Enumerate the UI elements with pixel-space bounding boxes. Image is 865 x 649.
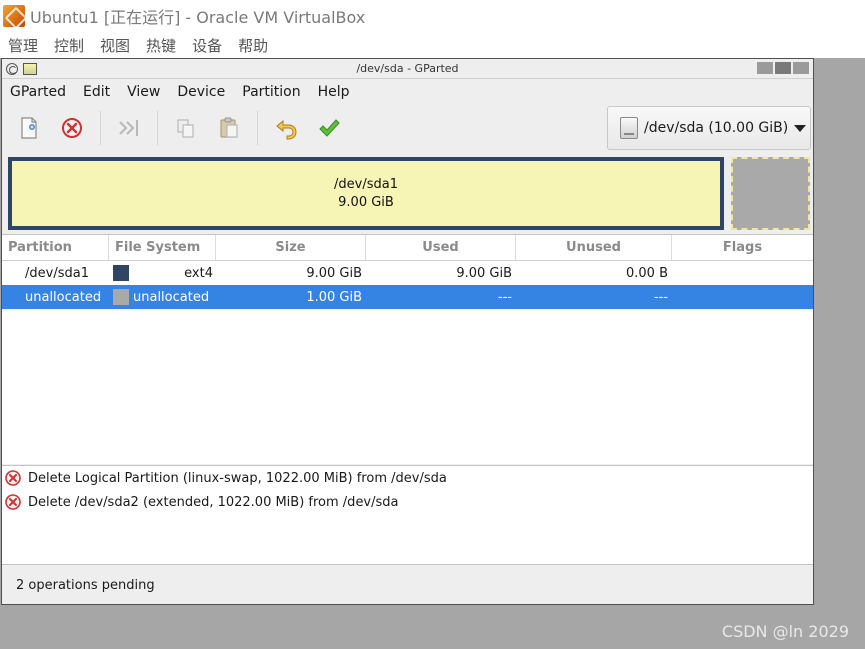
host-menu-manage[interactable]: 管理 <box>8 35 38 56</box>
delete-icon <box>5 494 21 510</box>
virtualbox-logo-icon <box>3 5 25 27</box>
host-menu-hotkey[interactable]: 热键 <box>146 35 176 56</box>
paste-icon <box>220 117 238 138</box>
cell-unused: --- <box>653 289 668 305</box>
cell-size: 9.00 GiB <box>306 265 362 281</box>
close-icon[interactable] <box>793 62 809 74</box>
minimize-icon[interactable] <box>757 62 773 74</box>
resize-move-button[interactable] <box>114 113 144 143</box>
operation-label: Delete Logical Partition (linux-swap, 10… <box>28 470 447 486</box>
device-selector[interactable]: /dev/sda (10.00 GiB) <box>607 106 811 150</box>
menu-device[interactable]: Device <box>177 84 225 100</box>
delete-icon <box>5 470 21 486</box>
column-header-size[interactable]: Size <box>216 235 366 260</box>
filesystem-color-swatch <box>113 289 129 305</box>
watermark: CSDN @ln 2029 <box>721 622 849 641</box>
undo-button[interactable] <box>271 113 301 143</box>
operation-label: Delete /dev/sda2 (extended, 1022.00 MiB)… <box>28 494 399 510</box>
host-menu-view[interactable]: 视图 <box>100 35 130 56</box>
cell-partition: unallocated <box>25 289 102 305</box>
menu-gparted[interactable]: GParted <box>10 84 66 100</box>
device-label: /dev/sda (10.00 GiB) <box>644 120 789 136</box>
table-row[interactable]: /dev/sda1 ext4 9.00 GiB 9.00 GiB 0.00 B <box>2 261 813 285</box>
host-window-title: Ubuntu1 [正在运行] - Oracle VM VirtualBox <box>30 8 366 27</box>
menu-edit[interactable]: Edit <box>83 84 110 100</box>
table-row-selected[interactable]: unallocated unallocated 1.00 GiB --- --- <box>2 285 813 309</box>
column-header-filesystem[interactable]: File System <box>109 235 216 260</box>
list-item[interactable]: Delete Logical Partition (linux-swap, 10… <box>2 466 813 490</box>
apply-button[interactable] <box>314 113 344 143</box>
cell-size: 1.00 GiB <box>306 289 362 305</box>
host-menubar: 管理 控制 视图 热键 设备 帮助 <box>0 32 865 58</box>
new-partition-button[interactable] <box>14 113 44 143</box>
list-item[interactable]: Delete /dev/sda2 (extended, 1022.00 MiB)… <box>2 490 813 514</box>
gparted-window: /dev/sda - GParted GParted Edit View Dev… <box>1 58 814 605</box>
status-bar: 2 operations pending <box>2 566 813 604</box>
cell-partition: /dev/sda1 <box>25 265 89 281</box>
partition-block-sda1[interactable]: /dev/sda1 9.00 GiB <box>8 157 724 230</box>
check-icon <box>319 119 340 137</box>
cell-filesystem: ext4 <box>109 261 216 285</box>
new-document-icon <box>21 117 37 139</box>
host-menu-devices[interactable]: 设备 <box>192 35 222 56</box>
partition-visual: /dev/sda1 9.00 GiB <box>2 151 813 231</box>
delete-partition-button[interactable] <box>57 113 87 143</box>
menu-partition[interactable]: Partition <box>242 84 300 100</box>
partition-block-size: 9.00 GiB <box>338 194 394 210</box>
host-titlebar: Ubuntu1 [正在运行] - Oracle VM VirtualBox <box>0 0 865 32</box>
cell-filesystem-label: ext4 <box>184 265 213 281</box>
column-header-partition[interactable]: Partition <box>2 235 109 260</box>
partition-block-name: /dev/sda1 <box>334 176 398 192</box>
delete-icon <box>62 118 82 138</box>
chevron-down-icon <box>794 124 807 132</box>
cell-used: --- <box>497 289 512 305</box>
pending-operations-list: Delete Logical Partition (linux-swap, 10… <box>2 465 813 565</box>
column-header-used[interactable]: Used <box>366 235 516 260</box>
partition-table: Partition File System Size Used Unused F… <box>2 234 813 464</box>
table-header: Partition File System Size Used Unused F… <box>2 235 813 261</box>
toolbar-separator <box>257 111 258 145</box>
host-menu-help[interactable]: 帮助 <box>238 35 268 56</box>
maximize-icon[interactable] <box>775 62 791 74</box>
window-title: /dev/sda - GParted <box>356 62 459 75</box>
toolbar: /dev/sda (10.00 GiB) <box>2 105 813 151</box>
menu-view[interactable]: View <box>127 84 160 100</box>
column-header-unused[interactable]: Unused <box>516 235 672 260</box>
cell-unused: 0.00 B <box>626 265 668 281</box>
partition-block-unallocated[interactable] <box>731 157 810 230</box>
hard-disk-icon <box>620 117 638 139</box>
copy-icon <box>177 119 194 138</box>
menu-help[interactable]: Help <box>318 84 350 100</box>
toolbar-separator <box>100 111 101 145</box>
gparted-menubar: GParted Edit View Device Partition Help <box>2 79 813 105</box>
cell-used: 9.00 GiB <box>456 265 512 281</box>
host-menu-control[interactable]: 控制 <box>54 35 84 56</box>
toolbar-separator <box>157 111 158 145</box>
paste-button[interactable] <box>214 113 244 143</box>
copy-button[interactable] <box>171 113 201 143</box>
resize-move-icon <box>119 120 138 136</box>
cell-flags <box>672 261 813 285</box>
cell-filesystem-label: unallocated <box>133 289 210 305</box>
status-text: 2 operations pending <box>16 577 155 593</box>
cell-filesystem: unallocated <box>109 285 216 309</box>
filesystem-color-swatch <box>113 265 129 281</box>
gparted-titlebar: /dev/sda - GParted <box>2 59 813 79</box>
column-header-flags[interactable]: Flags <box>672 235 813 260</box>
cell-flags <box>672 285 813 309</box>
undo-icon <box>276 119 297 140</box>
